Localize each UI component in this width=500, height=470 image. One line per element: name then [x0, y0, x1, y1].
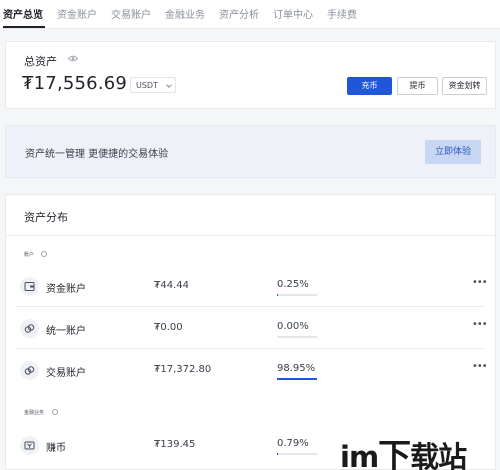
- currency-select[interactable]: USDT: [130, 77, 176, 93]
- tab-financial-business[interactable]: 金融业务: [165, 6, 205, 21]
- group-label-accounts: 账户: [24, 252, 35, 258]
- banner-text: 资产统一管理 更便捷的交易体验: [25, 149, 169, 160]
- wallet-icon: [20, 277, 39, 296]
- asset-row-funding[interactable]: 资金账户 ₮44.44 0.25% •••: [6, 267, 495, 307]
- group-label-financial: 金融业务: [24, 410, 45, 416]
- top-tab-bar: 资产总览 资金账户 交易账户 金融业务 资产分析 订单中心 手续费: [0, 0, 500, 29]
- eye-icon[interactable]: [68, 55, 78, 62]
- chevron-down-icon: [166, 82, 172, 88]
- more-icon[interactable]: •••: [472, 319, 488, 330]
- row-amount: ₮0.00: [154, 322, 183, 333]
- row-percent: 0.00%: [277, 321, 309, 332]
- active-tab-indicator: [3, 26, 45, 28]
- percent-bar: [277, 294, 317, 296]
- more-icon[interactable]: •••: [472, 277, 488, 288]
- row-amount: ₮17,372.80: [154, 364, 212, 375]
- transfer-button[interactable]: 资金划转: [442, 77, 487, 95]
- asset-row-trading[interactable]: 交易账户 ₮17,372.80 98.95% •••: [6, 351, 495, 391]
- total-assets-label: 总资产: [24, 55, 57, 68]
- row-amount: ₮44.44: [154, 280, 189, 291]
- percent-bar: [277, 336, 317, 338]
- row-name: 资金账户: [46, 284, 86, 295]
- earn-icon: [20, 436, 39, 455]
- row-divider: [16, 348, 485, 349]
- watermark-part: 载站: [410, 440, 467, 470]
- row-divider: [16, 306, 485, 307]
- tab-funding-account[interactable]: 资金账户: [57, 6, 97, 21]
- link-icon: [20, 319, 39, 338]
- row-percent: 0.79%: [277, 438, 309, 449]
- watermark-part: im: [340, 440, 379, 470]
- tab-asset-overview[interactable]: 资产总览: [3, 6, 43, 21]
- tab-order-center[interactable]: 订单中心: [273, 6, 313, 21]
- currency-select-value: USDT: [136, 81, 158, 90]
- percent-bar-fill: [277, 378, 317, 380]
- more-icon[interactable]: •••: [472, 361, 488, 372]
- tab-trading-account[interactable]: 交易账户: [111, 6, 151, 21]
- site-watermark: im下载站: [340, 429, 467, 470]
- divider: [6, 235, 495, 236]
- try-now-button[interactable]: 立即体验: [425, 140, 481, 164]
- info-icon[interactable]: [41, 251, 47, 257]
- withdraw-button[interactable]: 提币: [397, 77, 438, 95]
- row-name: 统一账户: [46, 326, 86, 337]
- deposit-button[interactable]: 充币: [347, 77, 392, 95]
- row-amount: ₮139.45: [154, 439, 196, 450]
- asset-distribution-title: 资产分布: [24, 211, 68, 224]
- percent-bar: [277, 378, 317, 380]
- watermark-part: 下: [378, 436, 411, 470]
- row-name: 交易账户: [46, 368, 86, 379]
- info-icon[interactable]: [52, 409, 58, 415]
- row-percent: 98.95%: [277, 363, 316, 374]
- total-assets-card: 总资产 ₮17,556.69 USDT 充币 提币 资金划转: [5, 41, 496, 109]
- tab-asset-analysis[interactable]: 资产分析: [219, 6, 259, 21]
- total-assets-value: ₮17,556.69: [22, 73, 128, 94]
- percent-bar: [277, 453, 317, 455]
- row-name: 赚币: [46, 443, 66, 454]
- asset-row-unified[interactable]: 统一账户 ₮0.00 0.00% •••: [6, 309, 495, 349]
- unified-account-banner: 资产统一管理 更便捷的交易体验 立即体验: [5, 125, 496, 178]
- tab-fees[interactable]: 手续费: [327, 6, 357, 21]
- link-icon: [20, 361, 39, 380]
- row-percent: 0.25%: [277, 279, 309, 290]
